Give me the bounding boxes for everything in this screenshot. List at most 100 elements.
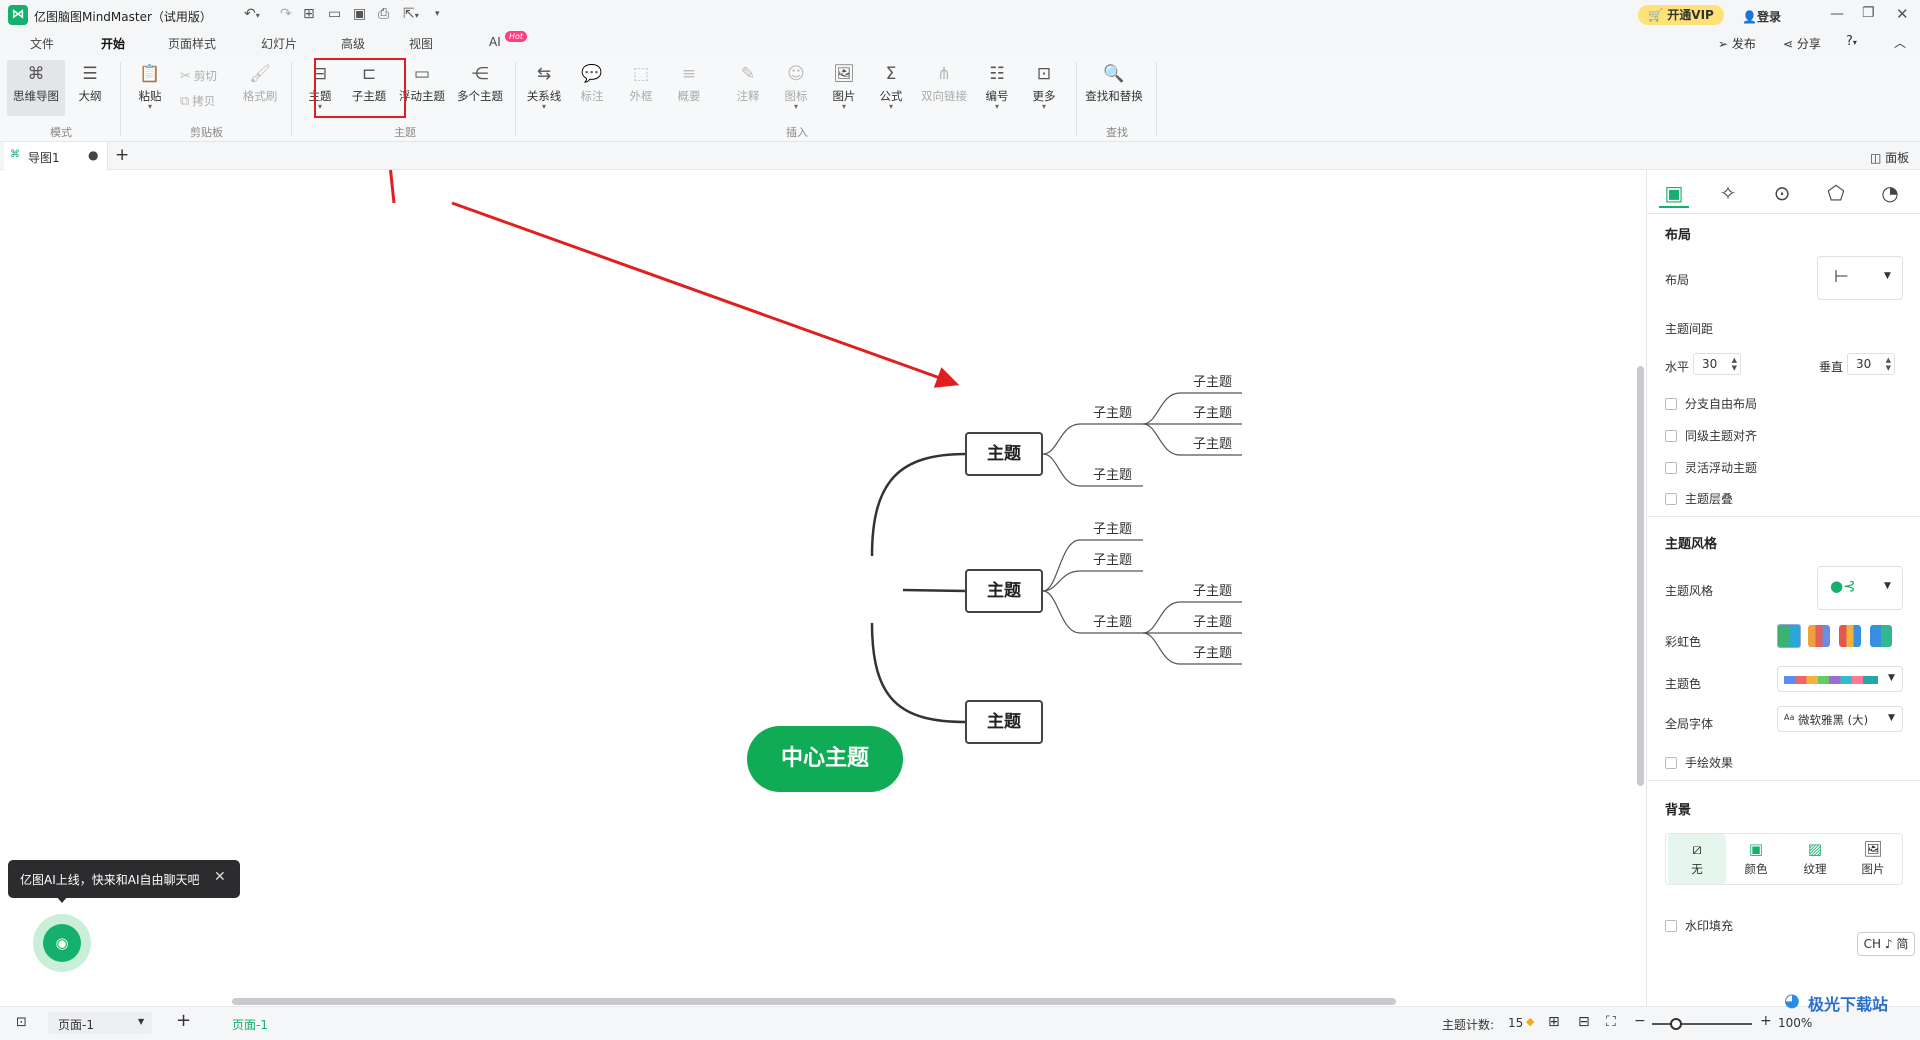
bg-texture-button[interactable]: ▨ 纹理 xyxy=(1786,834,1844,884)
ai-assistant-button[interactable]: ◉ xyxy=(33,914,91,972)
book-view-icon[interactable]: ⊞ xyxy=(1548,1014,1560,1030)
undo-icon[interactable]: ↶▾ xyxy=(244,6,260,22)
rainbow-option-3[interactable] xyxy=(1839,625,1861,647)
outline-mode-button[interactable]: ☰ 大纲 xyxy=(70,64,110,104)
zoom-in-button[interactable]: + xyxy=(1760,1013,1772,1029)
main-topic[interactable]: 主题 xyxy=(965,569,1043,613)
summary-button[interactable]: ≡ 概要 xyxy=(672,64,706,104)
ai-sparkle-icon[interactable]: ✧ xyxy=(1713,178,1743,208)
help-icon[interactable]: ?▾ xyxy=(1846,34,1857,49)
image-button[interactable]: 🖼 图片 ▾ xyxy=(827,64,861,111)
location-pin-icon[interactable]: ⊙ xyxy=(1767,178,1797,208)
ime-indicator[interactable]: CH ♪ 简 xyxy=(1857,932,1915,956)
watermark-fill-checkbox[interactable]: 水印填充 xyxy=(1665,917,1733,934)
subtopic[interactable]: 子主题 xyxy=(1193,433,1232,452)
crosslink-button[interactable]: ⋔ 双向链接 xyxy=(918,64,970,104)
zoom-slider[interactable] xyxy=(1652,1018,1752,1030)
topic-overlap-checkbox[interactable]: 主题层叠 xyxy=(1665,490,1733,507)
main-topic[interactable]: 主题 xyxy=(965,700,1043,744)
checkbox-box[interactable] xyxy=(1665,757,1677,769)
tab-home[interactable]: 开始 xyxy=(101,35,126,58)
save-icon[interactable]: ▣ xyxy=(353,6,366,22)
fit-page-icon[interactable]: ⊟ xyxy=(1578,1014,1590,1030)
subtopic[interactable]: 子主题 xyxy=(1093,402,1132,421)
subtopic[interactable]: 子主题 xyxy=(1093,611,1132,630)
zoom-level[interactable]: 100% xyxy=(1778,1016,1812,1030)
tab-page-style[interactable]: 页面样式 xyxy=(168,35,216,52)
stepper-arrows-icon[interactable]: ▲ ▼ xyxy=(1732,356,1737,372)
cut-button[interactable]: ✂ 剪切 xyxy=(180,68,217,84)
fullscreen-icon[interactable]: ⛶ xyxy=(1606,1014,1616,1030)
multiple-topics-button[interactable]: ⋲ 多个主题 xyxy=(454,64,506,104)
open-folder-icon[interactable]: ▭ xyxy=(328,6,341,22)
document-tab[interactable]: ⌘ 导图1 ● xyxy=(4,142,108,170)
boundary-button[interactable]: ⬚ 外框 xyxy=(624,64,658,104)
tab-ai[interactable]: AI Hot xyxy=(489,31,528,49)
rainbow-option-1[interactable] xyxy=(1777,624,1801,648)
page-select[interactable]: 页面-1 ▼ xyxy=(48,1012,152,1034)
callout-button[interactable]: 💬 标注 xyxy=(575,64,609,104)
subtopic[interactable]: 子主题 xyxy=(1093,549,1132,568)
checkbox-box[interactable] xyxy=(1665,430,1677,442)
vertical-scrollbar[interactable] xyxy=(1637,366,1644,786)
copy-button[interactable]: ⧉ 拷贝 xyxy=(180,93,215,109)
note-button[interactable]: ✎ 注释 xyxy=(731,64,765,104)
print-icon[interactable]: ⎙ xyxy=(378,6,389,22)
share-button[interactable]: ⋖ 分享 xyxy=(1783,35,1821,52)
more-button[interactable]: ⊡ 更多 ▾ xyxy=(1027,64,1061,111)
checkbox-box[interactable] xyxy=(1665,462,1677,474)
free-branch-layout-checkbox[interactable]: 分支自由布局 xyxy=(1665,395,1757,412)
central-topic[interactable]: 中心主题 xyxy=(747,726,903,792)
flexible-floating-checkbox[interactable]: 灵活浮动主题 xyxy=(1665,459,1757,476)
new-file-icon[interactable]: ⊞ xyxy=(303,6,315,22)
page-tab[interactable]: 页面-1 xyxy=(232,1016,268,1033)
checkbox-box[interactable] xyxy=(1665,920,1677,932)
export-icon[interactable]: ⇱▾ xyxy=(403,6,419,22)
subtopic[interactable]: 子主题 xyxy=(1193,642,1232,661)
theme-color-select[interactable]: ▼ xyxy=(1777,666,1903,692)
rainbow-option-4[interactable] xyxy=(1870,625,1892,647)
zoom-out-button[interactable]: − xyxy=(1634,1013,1646,1029)
subtopic[interactable]: 子主题 xyxy=(1093,464,1132,483)
format-painter-button[interactable]: 🖌 格式刷 xyxy=(238,64,282,104)
align-siblings-checkbox[interactable]: 同级主题对齐 xyxy=(1665,427,1757,444)
layout-panel-tab[interactable]: ▣ xyxy=(1659,178,1689,208)
global-font-select[interactable]: Aa 微软雅黑 (大) ▼ xyxy=(1777,706,1903,732)
stepper-arrows-icon[interactable]: ▲ ▼ xyxy=(1886,356,1891,372)
close-icon[interactable]: ✕ xyxy=(1896,5,1909,23)
icon-button[interactable]: ☺ 图标 ▾ xyxy=(779,64,813,111)
subtopic[interactable]: 子主题 xyxy=(1193,402,1232,421)
vertical-spacing-input[interactable]: 30 ▲ ▼ xyxy=(1847,353,1895,375)
mindmap-canvas[interactable]: 中心主题 主题 主题 主题 子主题 子主题 子主题 子主题 子主题 子主题 子主… xyxy=(0,170,1646,1006)
maximize-icon[interactable]: ❐ xyxy=(1862,5,1875,21)
vip-button[interactable]: 🛒 开通VIP xyxy=(1638,5,1724,25)
subtopic[interactable]: 子主题 xyxy=(1193,371,1232,390)
tab-view[interactable]: 视图 xyxy=(409,35,433,52)
zoom-slider-handle[interactable] xyxy=(1670,1018,1682,1030)
publish-button[interactable]: ➢ 发布 xyxy=(1718,35,1756,52)
horizontal-scrollbar[interactable] xyxy=(232,998,1396,1005)
subtopic[interactable]: 子主题 xyxy=(1093,518,1132,537)
bg-color-button[interactable]: ▣ 颜色 xyxy=(1727,834,1785,884)
main-topic[interactable]: 主题 xyxy=(965,432,1043,476)
theme-style-select[interactable]: ●⊰ ▼ xyxy=(1817,566,1903,610)
hand-drawn-checkbox[interactable]: 手绘效果 xyxy=(1665,754,1733,771)
collapse-ribbon-icon[interactable]: ︿ xyxy=(1894,34,1906,51)
rainbow-option-2[interactable] xyxy=(1808,625,1830,647)
paste-button[interactable]: 📋 粘贴 ▾ xyxy=(132,64,168,111)
add-tab-button[interactable]: + xyxy=(115,145,129,165)
bg-image-button[interactable]: 🖼 图片 xyxy=(1844,834,1902,884)
formula-button[interactable]: Σ 公式 ▾ xyxy=(874,64,908,111)
subtopic[interactable]: 子主题 xyxy=(1193,611,1232,630)
page-view-icon[interactable]: ⊡ xyxy=(16,1015,27,1030)
find-replace-button[interactable]: 🔍 查找和替换 xyxy=(1082,64,1146,104)
redo-icon[interactable]: ↷ xyxy=(280,6,292,22)
bg-none-button[interactable]: ⧄ 无 xyxy=(1668,834,1726,884)
subtopic[interactable]: 子主题 xyxy=(1193,580,1232,599)
close-tip-icon[interactable]: ✕ xyxy=(214,869,226,885)
relationship-button[interactable]: ⇆ 关系线 ▾ xyxy=(524,64,564,111)
mindmap-mode-button[interactable]: ⌘ 思维导图 xyxy=(8,64,64,104)
login-button[interactable]: 👤登录 xyxy=(1742,8,1781,25)
checkbox-box[interactable] xyxy=(1665,398,1677,410)
layout-select[interactable]: ⊢ ▼ xyxy=(1817,256,1903,300)
